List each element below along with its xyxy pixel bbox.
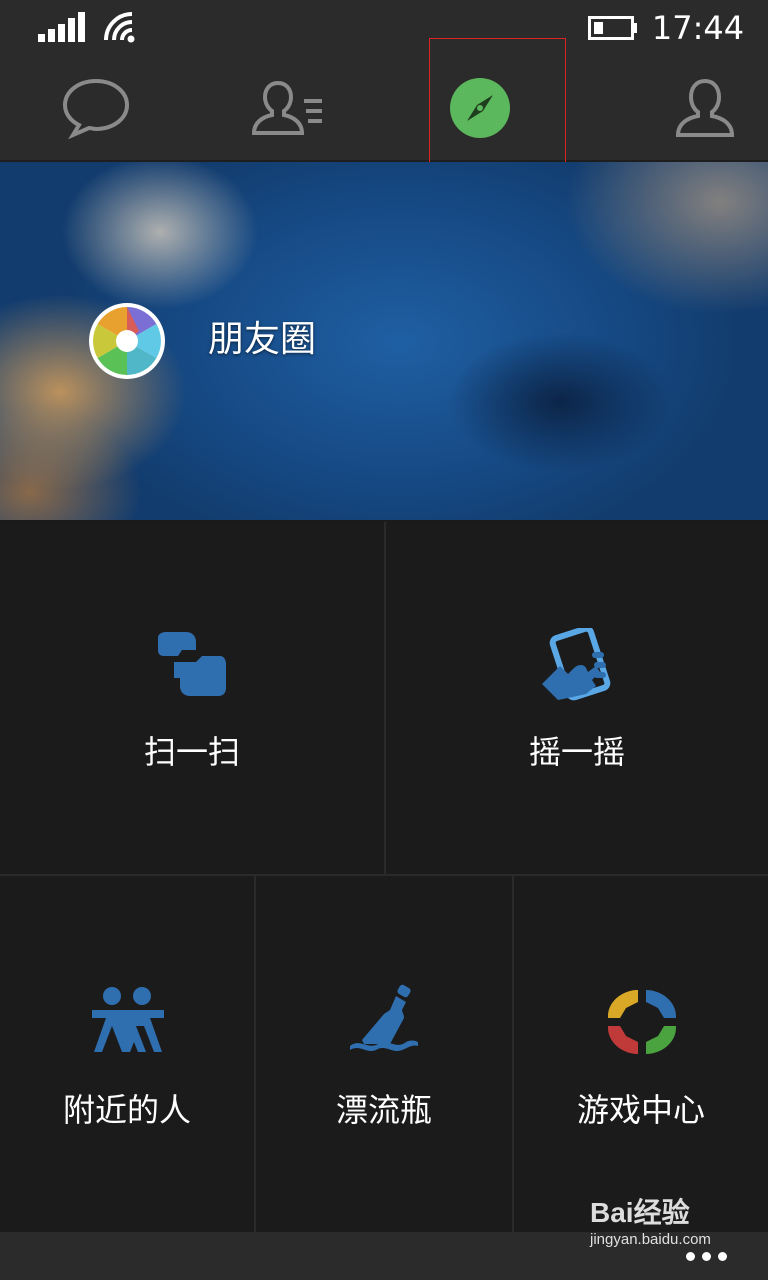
moments-banner[interactable]: 朋友圈 [0,162,768,520]
shake-phone-icon [542,628,611,701]
tab-contacts[interactable] [192,56,384,160]
drift-bottle-icon [350,984,418,1051]
wifi-icon [104,12,135,43]
divider [254,876,256,1232]
divider [384,522,386,874]
tab-bar [0,56,768,162]
game-center-label: 游戏中心 [576,1091,705,1129]
dot-icon [702,1251,711,1261]
shake-tile[interactable]: 摇一摇 [386,522,768,874]
dot-icon [686,1251,695,1261]
tab-me[interactable] [576,56,768,160]
status-time: 17:44 [651,9,745,47]
dot-icon [718,1251,727,1261]
drift-bottle-tile[interactable]: 漂流瓶 [256,876,512,1232]
status-bar: 17:44 [0,0,768,56]
shake-label: 摇一摇 [528,733,625,771]
person-icon [675,78,735,137]
people-nearby-label: 附近的人 [62,1091,191,1129]
battery-low-icon [588,16,637,40]
drift-bottle-label: 漂流瓶 [335,1091,432,1129]
moments-aperture-icon [89,303,165,379]
compass-icon [450,78,510,138]
moments-label: 朋友圈 [208,319,317,360]
signal-strength-icon [38,12,85,42]
scan-icon [158,632,226,696]
scan-label: 扫一扫 [143,733,240,771]
contacts-list-icon [251,80,322,135]
people-nearby-tile[interactable]: 附近的人 [0,876,254,1232]
tab-chats[interactable] [0,56,192,160]
more-options-button[interactable] [686,1246,734,1266]
tab-discover[interactable] [384,56,576,160]
people-nearby-icon [92,987,164,1052]
game-center-tile[interactable]: 游戏中心 [514,876,768,1232]
divider [512,876,514,1232]
scan-tile[interactable]: 扫一扫 [0,522,384,874]
chat-bubble-icon [62,78,130,139]
game-center-icon [608,990,676,1054]
watermark-logo-text: Bai经验 [590,1197,690,1228]
